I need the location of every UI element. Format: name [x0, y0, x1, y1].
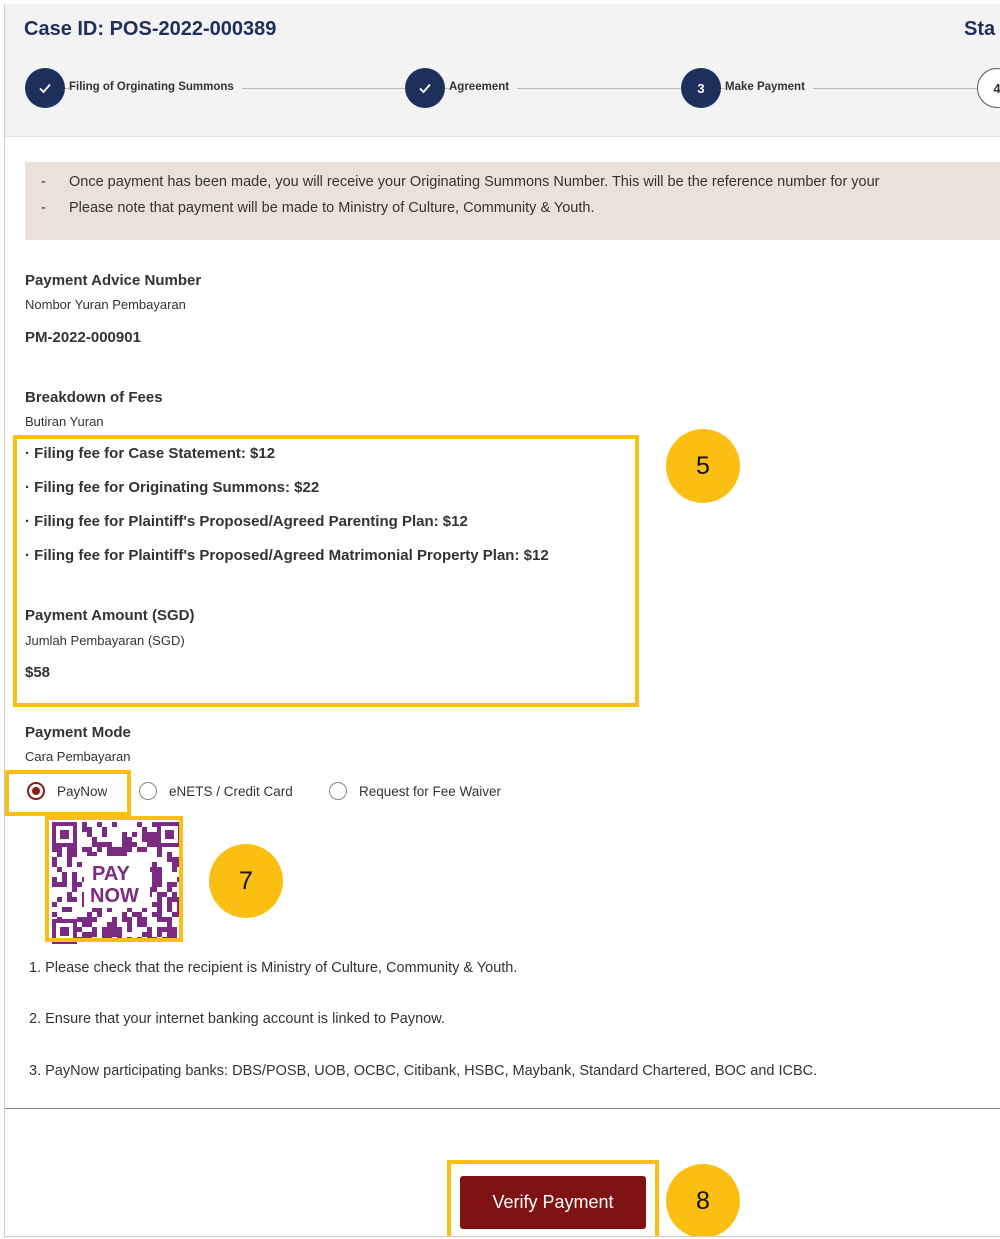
radio-label: Request for Fee Waiver: [359, 783, 502, 799]
footer-divider: [5, 1108, 1000, 1109]
step-1-circle: [25, 68, 65, 108]
radio-unselected-icon[interactable]: [329, 782, 347, 800]
payment-advice-label: Payment Advice Number: [25, 272, 202, 289]
fees-breakdown-label: Breakdown of Fees: [25, 389, 163, 406]
instruction-item: 3. PayNow participating banks: DBS/POSB,…: [29, 1063, 818, 1079]
page-frame: Case ID: POS-2022-000389 Sta Filing of O…: [4, 4, 1000, 1237]
highlight-box-qr: [45, 816, 183, 942]
payment-mode-label: Payment Mode: [25, 724, 131, 741]
instruction-item: 1. Please check that the recipient is Mi…: [29, 960, 518, 976]
payment-notice: - Once payment has been made, you will r…: [25, 162, 1000, 240]
payment-mode-enets-radio[interactable]: eNETS / Credit Card: [139, 782, 293, 800]
callout-badge-7: 7: [209, 844, 283, 918]
checkmark-icon: [419, 83, 431, 94]
step-3-circle: 3: [681, 68, 721, 108]
step-2-circle: [405, 68, 445, 108]
step-3-label: Make Payment: [725, 81, 813, 93]
payment-mode-label-ms: Cara Pembayaran: [25, 749, 131, 764]
notice-line: - Please note that payment will be made …: [41, 200, 595, 216]
checkmark-icon: [39, 83, 51, 94]
case-header: Case ID: POS-2022-000389 Sta Filing of O…: [5, 4, 1000, 137]
callout-badge-5: 5: [666, 429, 740, 503]
radio-label: eNETS / Credit Card: [169, 783, 293, 799]
step-4-circle: 4: [977, 68, 1000, 108]
highlight-box-verify: [447, 1160, 659, 1236]
step-2-label: Agreement: [449, 81, 518, 93]
case-id-title: Case ID: POS-2022-000389: [24, 18, 277, 40]
payment-advice-number: PM-2022-000901: [25, 329, 141, 346]
radio-unselected-icon[interactable]: [139, 782, 157, 800]
fees-breakdown-label-ms: Butiran Yuran: [25, 414, 104, 429]
payment-mode-fee-waiver-radio[interactable]: Request for Fee Waiver: [329, 782, 501, 800]
case-status-label: Sta: [964, 18, 996, 40]
callout-badge-8: 8: [666, 1164, 740, 1236]
instruction-item: 2. Ensure that your internet banking acc…: [29, 1011, 445, 1027]
highlight-box-paynow-option: [5, 770, 131, 816]
highlight-box-fees: [13, 435, 639, 707]
step-1-label: Filing of Orginating Summons: [69, 81, 242, 93]
payment-advice-label-ms: Nombor Yuran Pembayaran: [25, 297, 186, 312]
notice-line: - Once payment has been made, you will r…: [41, 174, 880, 190]
